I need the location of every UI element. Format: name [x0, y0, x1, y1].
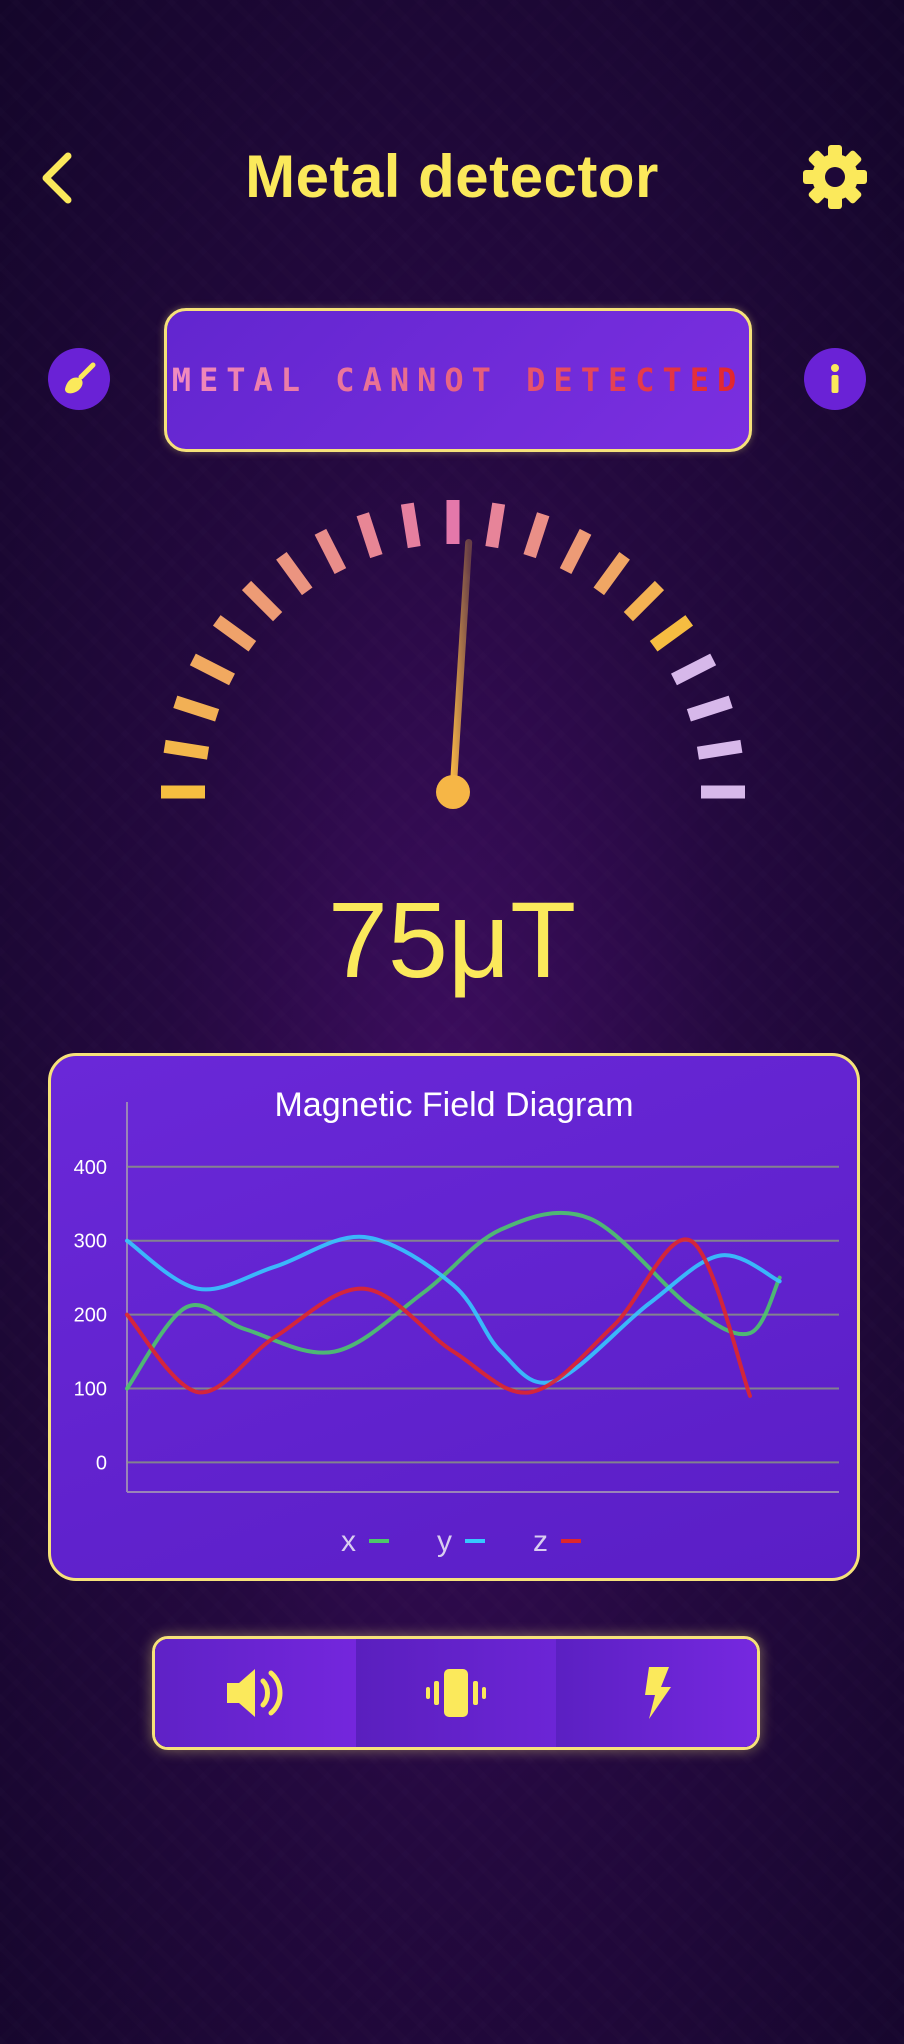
feedback-controls — [152, 1636, 760, 1750]
legend-label-y: y — [437, 1525, 452, 1558]
gauge-tick — [212, 615, 257, 652]
y-tick-label: 400 — [74, 1157, 107, 1179]
field-reading: 75μT — [327, 879, 577, 1000]
gauge-tick — [189, 653, 235, 686]
gauge-tick — [671, 653, 717, 686]
y-tick-label: 300 — [74, 1231, 107, 1253]
y-tick-label: 100 — [74, 1379, 107, 1401]
gauge-tick — [696, 739, 743, 760]
gauge-tick — [523, 512, 550, 559]
top-bar: Metal detector — [0, 120, 904, 240]
page-title: Metal detector — [245, 143, 659, 210]
gauge-tick — [163, 739, 210, 760]
legend-label-x: x — [341, 1525, 356, 1558]
gauge-tick — [593, 551, 630, 596]
gauge — [161, 500, 745, 809]
flash-toggle[interactable] — [556, 1639, 757, 1747]
gauge-tick — [276, 551, 313, 596]
y-tick-label: 0 — [96, 1452, 107, 1474]
info-button[interactable] — [804, 348, 866, 410]
gauge-needle — [449, 538, 473, 796]
gauge-tick — [173, 695, 220, 722]
detection-status-text: METAL CANNOT DETECTED — [171, 361, 745, 399]
detection-status-box: METAL CANNOT DETECTED — [164, 308, 752, 452]
gauge-tick — [649, 615, 694, 652]
brush-icon — [65, 362, 96, 394]
info-icon — [831, 364, 839, 393]
y-tick-label: 200 — [74, 1305, 107, 1327]
vibrate-icon — [426, 1669, 486, 1717]
gauge-tick — [356, 512, 383, 559]
settings-button[interactable] — [802, 144, 868, 210]
gauge-tick — [400, 502, 421, 549]
gauge-pivot — [436, 775, 470, 809]
gauge-tick — [314, 528, 347, 574]
gauge-tick — [241, 580, 283, 622]
chart-plot: 0 100 200 300 400 x y z — [74, 1102, 839, 1558]
gauge-tick — [686, 695, 733, 722]
clean-button[interactable] — [48, 348, 110, 410]
vibrate-toggle[interactable] — [355, 1639, 557, 1747]
gauge-tick — [485, 502, 506, 549]
sound-toggle[interactable] — [155, 1639, 356, 1747]
gear-icon — [803, 145, 867, 209]
gauge-tick — [559, 528, 592, 574]
gauge-tick — [623, 580, 665, 622]
series-line-y — [125, 1234, 782, 1385]
magnetic-field-chart: Magnetic Field Diagram 0 100 200 300 400 xyz — [48, 1053, 860, 1581]
flash-icon — [644, 1667, 671, 1719]
legend-label-z: z — [533, 1525, 548, 1558]
speaker-icon — [227, 1669, 283, 1717]
